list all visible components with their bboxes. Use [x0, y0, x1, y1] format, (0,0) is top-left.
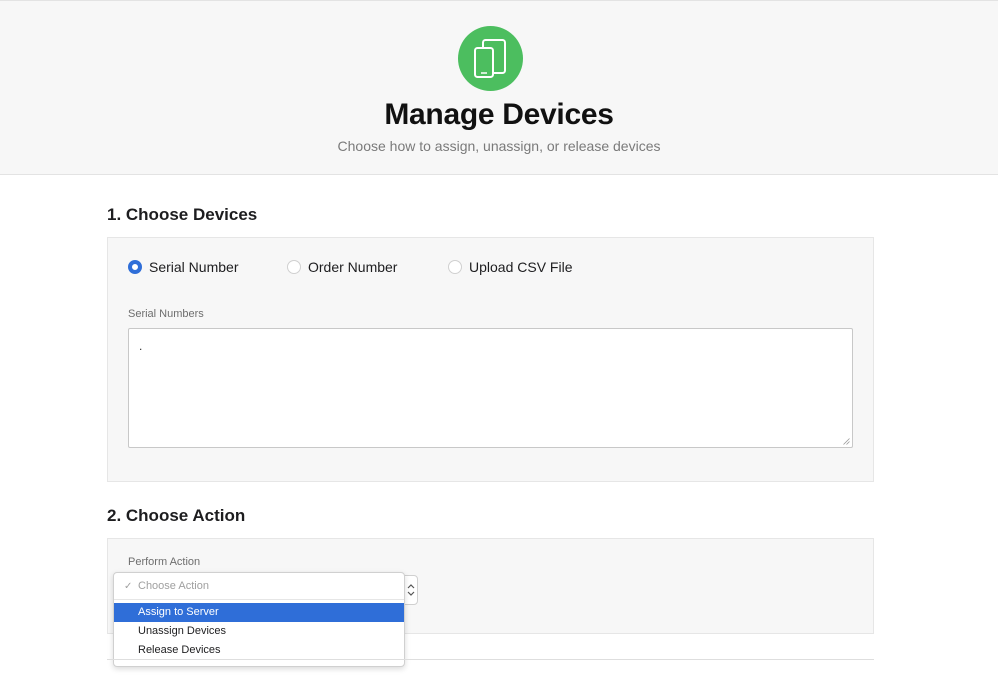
- choose-action-heading: 2. Choose Action: [107, 506, 246, 525]
- placeholder-text: Choose Action: [138, 580, 209, 592]
- choose-devices-heading: 1. Choose Devices: [107, 205, 258, 224]
- page-title: Manage Devices: [384, 98, 614, 131]
- textarea-value: .: [139, 339, 143, 353]
- dropdown-placeholder: ✓ Choose Action: [114, 577, 404, 596]
- updown-chevron-icon[interactable]: [404, 575, 418, 605]
- radio-label: Order Number: [308, 259, 398, 275]
- action-dropdown-menu: ✓ Choose Action Assign to Server Unassig…: [113, 572, 405, 667]
- perform-action-label: Perform Action: [128, 556, 201, 568]
- serial-numbers-label: Serial Numbers: [128, 308, 204, 320]
- radio-upload-csv[interactable]: Upload CSV File: [448, 258, 573, 276]
- radio-order-number[interactable]: Order Number: [287, 258, 397, 276]
- radio-serial-number[interactable]: Serial Number: [128, 258, 238, 276]
- radio-unchecked-icon[interactable]: [287, 260, 301, 274]
- radio-unchecked-icon[interactable]: [448, 260, 462, 274]
- radio-label: Upload CSV File: [469, 259, 573, 275]
- dropdown-item-assign[interactable]: Assign to Server: [114, 603, 404, 622]
- devices-icon: [458, 26, 523, 91]
- page-header: Manage Devices Choose how to assign, una…: [0, 0, 998, 175]
- section-divider: [107, 659, 874, 660]
- dropdown-item-unassign[interactable]: Unassign Devices: [114, 622, 404, 641]
- resize-grip-icon[interactable]: [843, 438, 850, 445]
- radio-label: Serial Number: [149, 259, 239, 275]
- serial-numbers-textarea[interactable]: .: [128, 328, 853, 448]
- radio-checked-icon[interactable]: [128, 260, 142, 274]
- checkmark-icon: ✓: [124, 581, 133, 592]
- page-subtitle: Choose how to assign, unassign, or relea…: [337, 138, 661, 154]
- dropdown-divider: [114, 599, 404, 600]
- dropdown-item-release[interactable]: Release Devices: [114, 641, 404, 660]
